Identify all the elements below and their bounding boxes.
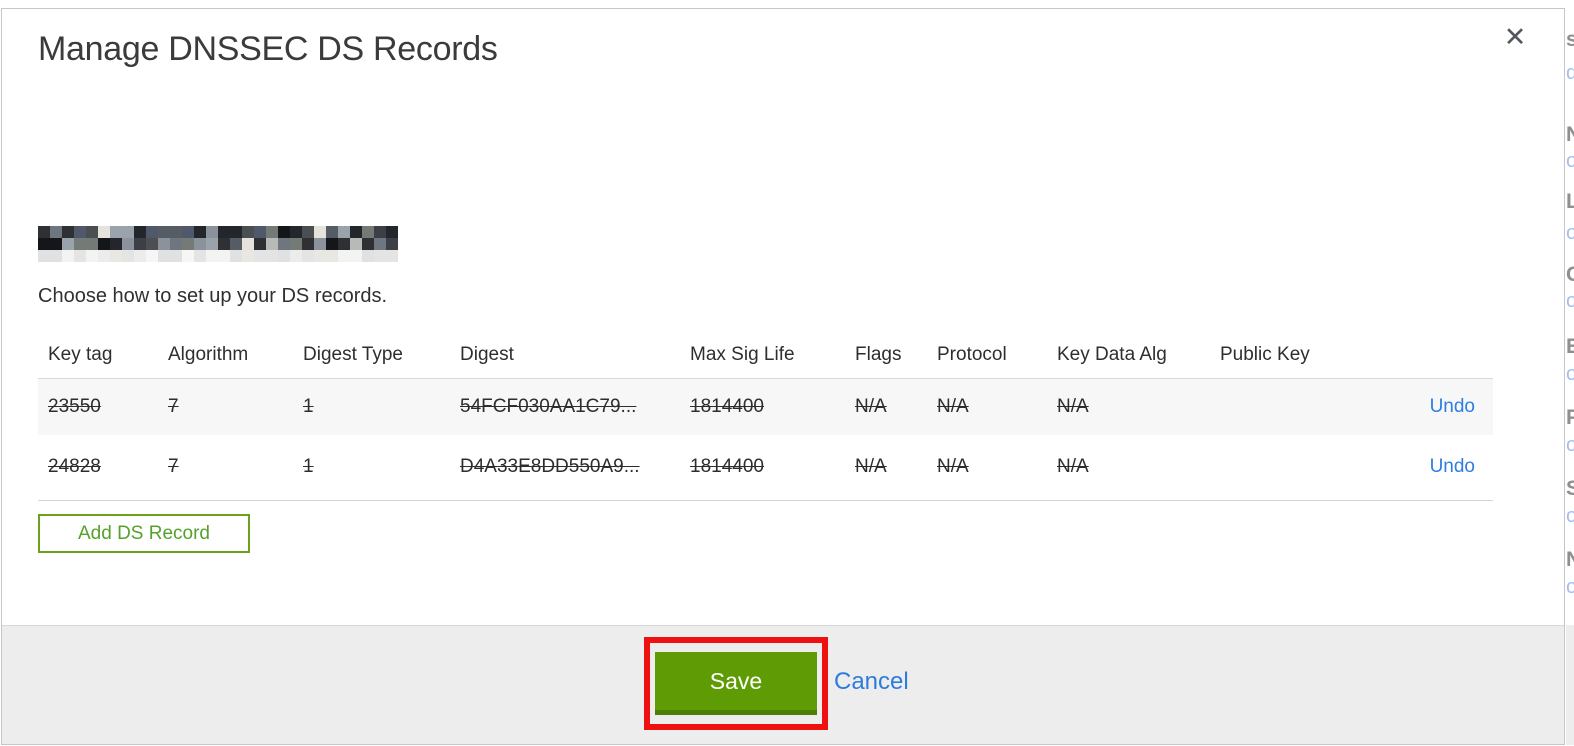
table-header-row: Key tag Algorithm Digest Type Digest Max Sig… — [38, 332, 1493, 378]
save-button[interactable]: Save — [655, 652, 817, 715]
cell-key-data-alg: N/A — [1057, 456, 1089, 478]
column-header: Digest — [460, 343, 514, 365]
background-footer-fragment — [1566, 625, 1574, 746]
cell-digest-type: 1 — [303, 456, 314, 478]
column-header: Public Key — [1220, 343, 1310, 365]
undo-link[interactable]: Undo — [1430, 456, 1475, 477]
cell-flags: N/A — [855, 395, 887, 417]
background-text-fragment: o — [1566, 290, 1574, 312]
manage-dnssec-modal: Manage DNSSEC DS Records ✕ Choose how to… — [1, 8, 1565, 745]
table-row: 24828 7 1 D4A33E8DD550A9... 1814400 N/A N/A N/A… — [38, 435, 1493, 500]
cell-key-tag: 24828 — [48, 456, 101, 478]
cell-protocol: N/A — [937, 456, 969, 478]
cell-max-sig-life: 1814400 — [690, 395, 764, 417]
column-header: Protocol — [937, 343, 1007, 365]
background-text-fragment: o — [1566, 150, 1574, 172]
add-ds-record-button[interactable]: Add DS Record — [38, 514, 250, 553]
background-text-fragment: o — [1566, 222, 1574, 244]
column-header: Flags — [855, 343, 902, 365]
cell-digest: D4A33E8DD550A9... — [460, 456, 640, 478]
background-text-fragment: P — [1566, 406, 1574, 429]
background-text-fragment: C — [1566, 263, 1574, 286]
cell-algorithm: 7 — [168, 395, 179, 417]
column-header: Key Data Alg — [1057, 343, 1167, 365]
background-text-fragment: d — [1566, 62, 1574, 84]
annotation-highlight-red-box: Save — [644, 637, 828, 730]
background-text-fragment: S — [1566, 477, 1574, 500]
background-page-fragment: sdNoLoCoEoPoSoNo — [1566, 0, 1574, 746]
table-row: 23550 7 1 54FCF030AA1C79... 1814400 N/A N/A N/A… — [38, 378, 1493, 435]
background-text-fragment: o — [1566, 363, 1574, 385]
cell-flags: N/A — [855, 456, 887, 478]
cell-action: Undo — [1428, 435, 1493, 500]
cell-digest: 54FCF030AA1C79... — [460, 395, 637, 417]
cell-public-key — [1220, 435, 1428, 500]
column-header: Digest Type — [303, 343, 403, 365]
column-header: Max Sig Life — [690, 343, 795, 365]
close-icon[interactable]: ✕ — [1498, 21, 1532, 55]
cell-max-sig-life: 1814400 — [690, 456, 764, 478]
cell-public-key — [1220, 378, 1428, 435]
page-title: Manage DNSSEC DS Records — [38, 30, 498, 68]
cell-key-data-alg: N/A — [1057, 395, 1089, 417]
background-text-fragment: L — [1566, 190, 1574, 213]
background-text-fragment: o — [1566, 576, 1574, 598]
instruction-text: Choose how to set up your DS records. — [38, 285, 388, 307]
ds-records-table: Key tag Algorithm Digest Type Digest Max Sig… — [38, 332, 1493, 501]
background-text-fragment: o — [1566, 505, 1574, 527]
background-text-fragment: N — [1566, 123, 1574, 146]
column-header: Algorithm — [168, 343, 249, 365]
column-header-actions — [1428, 332, 1493, 378]
background-text-fragment: E — [1566, 335, 1574, 358]
cell-key-tag: 23550 — [48, 395, 101, 417]
cell-digest-type: 1 — [303, 395, 314, 417]
cell-protocol: N/A — [937, 395, 969, 417]
background-text-fragment: s — [1566, 28, 1574, 51]
background-text-fragment: N — [1566, 548, 1574, 571]
redacted-domain-name — [38, 226, 398, 262]
modal-footer: Save Cancel — [2, 625, 1564, 744]
column-header: Key tag — [48, 343, 113, 365]
background-text-fragment: o — [1566, 434, 1574, 456]
cell-algorithm: 7 — [168, 456, 179, 478]
cell-action: Undo — [1428, 378, 1493, 435]
cancel-link[interactable]: Cancel — [834, 668, 909, 696]
undo-link[interactable]: Undo — [1430, 396, 1475, 417]
